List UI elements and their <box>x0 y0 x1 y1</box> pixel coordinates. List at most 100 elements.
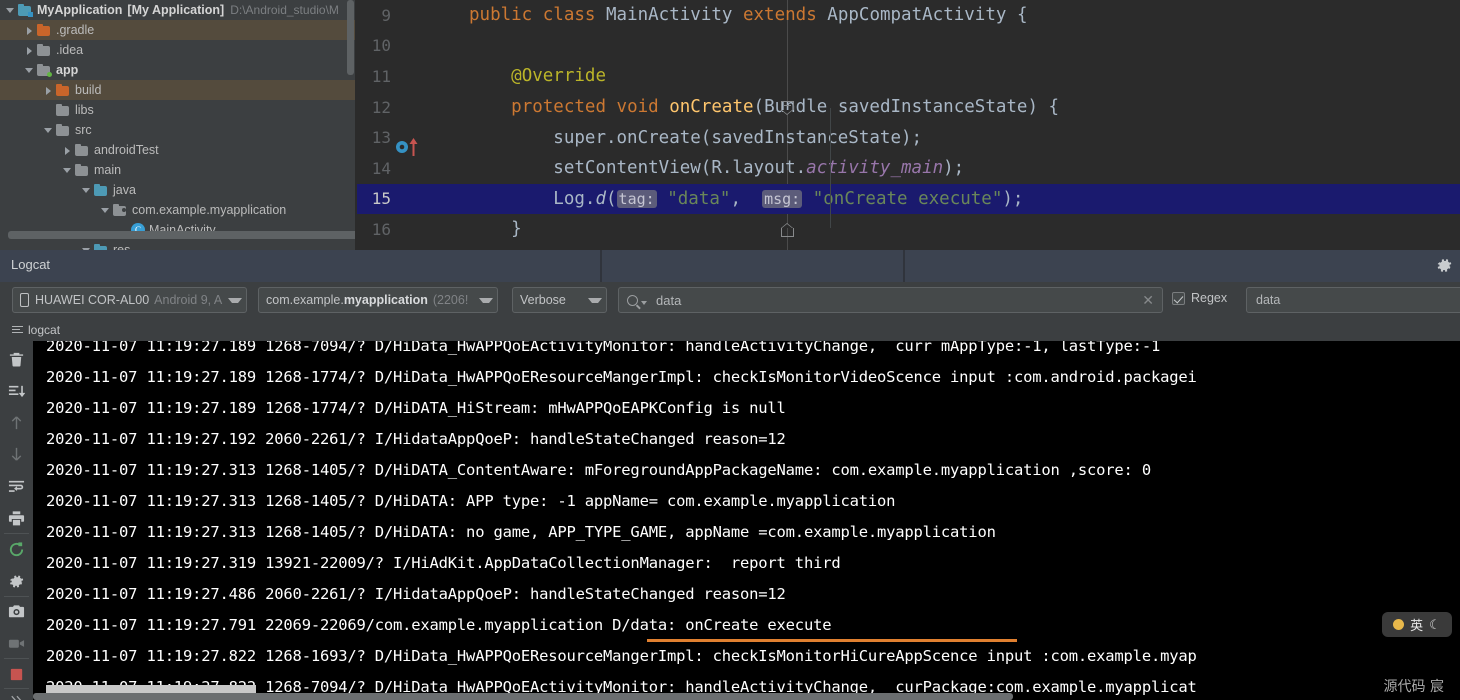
chevron-right-icon[interactable] <box>61 144 74 157</box>
log-line[interactable]: 2020-11-07 11:19:27.189 1268-7094/? D/Hi… <box>46 341 1160 355</box>
tree-item-build[interactable]: build <box>0 80 355 100</box>
screen-record-icon[interactable] <box>8 635 25 652</box>
restart-icon[interactable] <box>8 541 25 558</box>
trash-icon[interactable] <box>8 351 25 368</box>
scroll-to-end-icon[interactable] <box>8 383 25 400</box>
log-line[interactable]: 2020-11-07 11:19:27.313 1268-1405/? D/Hi… <box>46 492 895 510</box>
tree-item-com-example-myapplication[interactable]: com.example.myapplication <box>0 200 355 220</box>
log-line[interactable]: 2020-11-07 11:19:27.486 2060-2261/? I/Hi… <box>46 585 786 603</box>
ime-indicator[interactable]: 英 ☾ <box>1382 612 1452 637</box>
gutter-area[interactable] <box>393 92 439 157</box>
logcat-title[interactable]: Logcat <box>11 257 50 272</box>
chevron-down-icon[interactable] <box>61 164 74 177</box>
log-line[interactable]: 2020-11-07 11:19:27.189 1268-1774/? D/Hi… <box>46 368 1197 386</box>
code-text: @Override <box>511 66 606 87</box>
chevron-down-icon[interactable] <box>99 204 112 217</box>
settings-icon[interactable] <box>8 573 25 590</box>
code-fold-end-icon[interactable] <box>781 223 794 241</box>
search-input[interactable]: data ✕ <box>618 287 1163 313</box>
tree-item-label: .idea <box>56 43 84 57</box>
logcat-panel: Logcat HUAWEI COR-AL00 Android 9, A com.… <box>0 250 1460 700</box>
tree-item-androidtest[interactable]: androidTest <box>0 140 355 160</box>
indent-guide <box>830 108 831 228</box>
tree-item--idea[interactable]: .idea <box>0 40 355 60</box>
folder-gray-icon <box>74 143 90 157</box>
logcat-horizontal-scrollbar[interactable] <box>33 693 1013 700</box>
close-icon[interactable]: ✕ <box>1142 292 1154 309</box>
log-line[interactable]: 2020-11-07 11:19:27.319 13921-22009/? I/… <box>46 554 841 572</box>
search-icon <box>627 294 638 306</box>
chevron-down-icon[interactable] <box>479 297 493 303</box>
tree-item-label: app <box>56 63 79 77</box>
down-arrow-icon[interactable] <box>8 446 25 463</box>
tree-item-app[interactable]: app <box>0 60 355 80</box>
gutter-area[interactable] <box>393 214 439 244</box>
up-arrow-icon[interactable] <box>8 414 25 431</box>
code-line-15[interactable]: 15 Log.d(tag: "data", msg: "onCreate exe… <box>357 183 1460 215</box>
log-line[interactable]: 2020-11-07 11:19:27.313 1268-1405/? D/Hi… <box>46 523 996 541</box>
gutter-area[interactable] <box>393 123 439 153</box>
code-line-16[interactable]: 16 } <box>357 214 1460 245</box>
expand-more-icon[interactable] <box>8 693 25 700</box>
chevron-right-icon[interactable] <box>23 44 36 57</box>
gutter-area[interactable] <box>393 0 439 30</box>
chevron-down-icon[interactable] <box>588 297 602 303</box>
regex-label: Regex <box>1191 291 1228 305</box>
code-line-13[interactable]: 13 super.onCreate(savedInstanceState); <box>357 122 1460 153</box>
code-fold-collapse-icon[interactable] <box>781 101 794 115</box>
code-line-12[interactable]: 12 protected void onCreate(Bundle savedI… <box>357 92 1460 157</box>
folder-orange-icon <box>55 83 71 97</box>
soft-wrap-icon[interactable] <box>8 478 25 495</box>
logcat-output[interactable]: 2020-11-07 11:19:27.189 1268-7094/? D/Hi… <box>33 341 1460 700</box>
list-icon <box>12 325 23 335</box>
project-tree-panel[interactable]: MyApplication [My Application] D:\Androi… <box>0 0 355 250</box>
tree-item-java[interactable]: java <box>0 180 355 200</box>
gear-icon[interactable] <box>1436 257 1453 274</box>
tree-row-root[interactable]: MyApplication [My Application] D:\Androi… <box>0 0 355 20</box>
tab-logcat[interactable]: logcat <box>12 323 60 337</box>
tree-item-label: java <box>113 183 136 197</box>
tree-item-main[interactable]: main <box>0 160 355 180</box>
checkbox-box[interactable] <box>1172 291 1185 305</box>
process-selector[interactable]: com.example. myapplication (2206! <box>258 287 498 313</box>
filter-input[interactable]: data <box>1246 287 1460 313</box>
print-icon[interactable] <box>8 510 25 527</box>
chevron-right-icon[interactable] <box>42 84 55 97</box>
chevron-down-icon[interactable] <box>80 184 93 197</box>
chevron-right-icon[interactable] <box>23 24 36 37</box>
log-line[interactable]: 2020-11-07 11:19:27.313 1268-1405/? D/Hi… <box>46 461 1151 479</box>
chevron-down-icon[interactable] <box>23 64 36 77</box>
gutter-area[interactable] <box>393 31 439 61</box>
tree-item-res[interactable]: res <box>0 240 355 250</box>
chevron-down-icon[interactable] <box>228 297 242 303</box>
divider <box>4 658 29 659</box>
tree-item-libs[interactable]: libs <box>0 100 355 120</box>
project-tree-vertical-scrollbar[interactable] <box>347 0 354 75</box>
chevron-down-icon[interactable] <box>641 301 647 305</box>
device-selector[interactable]: HUAWEI COR-AL00 Android 9, A <box>12 287 247 313</box>
gutter-area[interactable] <box>393 61 439 91</box>
gutter-area[interactable] <box>393 184 439 214</box>
code-line-10[interactable]: 10 <box>357 31 1460 62</box>
line-number: 15 <box>371 189 391 209</box>
screenshot-icon[interactable] <box>8 603 25 620</box>
log-line[interactable]: 2020-11-07 11:19:27.822 1268-1693/? D/Hi… <box>46 647 1197 665</box>
gutter-area[interactable] <box>393 153 439 183</box>
log-line[interactable]: 2020-11-07 11:19:27.192 2060-2261/? I/Hi… <box>46 430 786 448</box>
code-editor[interactable]: 9 public class MainActivity extends AppC… <box>357 0 1460 250</box>
chevron-down-icon[interactable] <box>4 4 17 17</box>
regex-checkbox[interactable]: Regex <box>1172 291 1227 305</box>
stop-icon[interactable] <box>8 666 25 683</box>
project-tree-horizontal-scrollbar[interactable] <box>8 231 355 239</box>
log-line[interactable]: 2020-11-07 11:19:27.189 1268-1774/? D/Hi… <box>46 399 786 417</box>
tree-item-src[interactable]: src <box>0 120 355 140</box>
code-line-9[interactable]: 9 public class MainActivity extends AppC… <box>357 0 1460 31</box>
divider <box>4 688 29 689</box>
code-line-14[interactable]: 14 setContentView(R.layout.activity_main… <box>357 153 1460 184</box>
chevron-down-icon[interactable] <box>42 124 55 137</box>
log-level-selector[interactable]: Verbose <box>512 287 607 313</box>
device-detail: Android 9, A <box>154 293 223 307</box>
log-line[interactable]: 2020-11-07 11:19:27.791 22069-22069/com.… <box>46 616 832 634</box>
tree-item--gradle[interactable]: .gradle <box>0 20 355 40</box>
code-line-11[interactable]: 11 @Override <box>357 61 1460 92</box>
